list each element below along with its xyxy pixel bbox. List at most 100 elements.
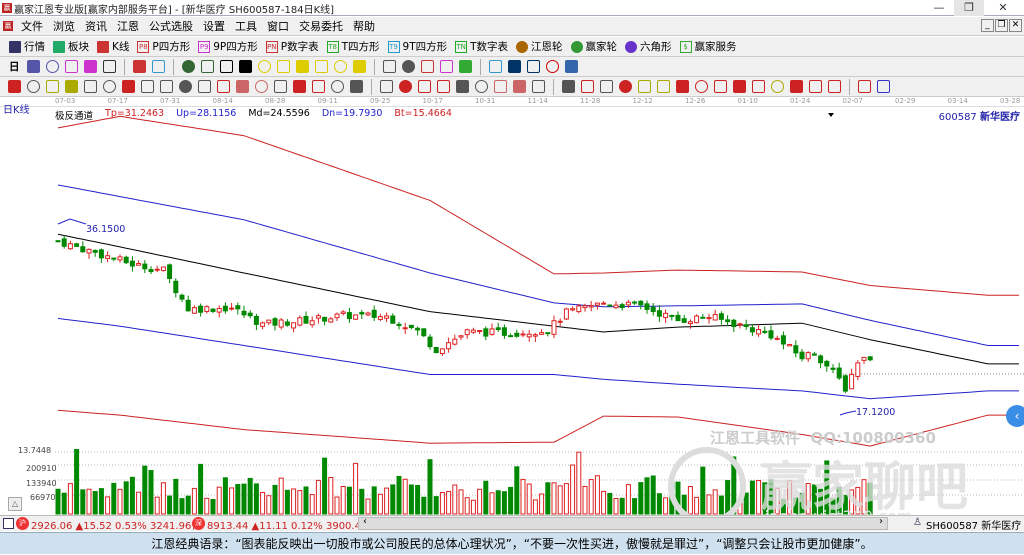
draw-tool-icon-5[interactable] <box>103 80 116 93</box>
current-stock[interactable]: SH600587 新华医疗 <box>926 517 1021 532</box>
draw-tool-icon-2[interactable] <box>46 80 59 93</box>
draw-tool-icon-38[interactable] <box>714 80 727 93</box>
chart-tool-icon-24[interactable] <box>458 60 472 73</box>
draw-tool-icon-13[interactable] <box>255 80 268 93</box>
draw-tool-icon-24[interactable] <box>456 80 469 93</box>
chart-tool-icon-0[interactable] <box>26 60 40 73</box>
grid-icon[interactable] <box>3 518 14 529</box>
draw-tool-icon-26[interactable] <box>494 80 507 93</box>
toolbar-button-12[interactable]: $ 赢家服务 <box>677 39 740 54</box>
chart-tool-icon-11[interactable] <box>219 60 233 73</box>
chart-tool-icon-7[interactable] <box>151 60 165 73</box>
draw-tool-icon-21[interactable] <box>399 80 412 93</box>
draw-tool-icon-28[interactable] <box>532 80 545 93</box>
chart-tool-icon-23[interactable] <box>439 60 453 73</box>
sh-index-quote[interactable]: 2926.06 ▲15.52 0.53% 3241.96亿 <box>31 517 201 532</box>
toolbar-button-8[interactable]: TN T数字表 <box>452 39 511 54</box>
child-close-button[interactable]: ✕ <box>1009 19 1022 32</box>
chart-tool-icon-20[interactable] <box>382 60 396 73</box>
toolbar-button-6[interactable]: T8 T四方形 <box>324 39 383 54</box>
toolbar-button-3[interactable]: P8 P四方形 <box>134 39 193 54</box>
toolbar-button-5[interactable]: PN P数字表 <box>263 39 322 54</box>
menu-3[interactable]: 江恩 <box>112 17 144 36</box>
toolbar-button-1[interactable]: 板块 <box>50 39 92 54</box>
horizontal-scrollbar[interactable]: ‹ › <box>358 516 888 530</box>
chart-tool-icon-6[interactable] <box>132 60 146 73</box>
chart-tool-icon-22[interactable] <box>420 60 434 73</box>
draw-tool-icon-0[interactable] <box>8 80 21 93</box>
toolbar-button-4[interactable]: P9 9P四方形 <box>195 39 261 54</box>
chart-tool-icon-27[interactable] <box>507 60 521 73</box>
chart-tool-icon-28[interactable] <box>526 60 540 73</box>
chart-tool-icon-21[interactable] <box>401 60 415 73</box>
draw-tool-icon-1[interactable] <box>27 80 40 93</box>
menu-5[interactable]: 设置 <box>198 17 230 36</box>
chart-tool-icon-29[interactable] <box>545 60 559 73</box>
toolbar-button-0[interactable]: 行情 <box>6 39 48 54</box>
sz-index-quote[interactable]: 8913.44 ▲11.11 0.12% 3900.44亿 <box>207 517 377 532</box>
draw-tool-icon-17[interactable] <box>331 80 344 93</box>
draw-tool-icon-35[interactable] <box>657 80 670 93</box>
chart-tool-icon-26[interactable] <box>488 60 502 73</box>
draw-tool-icon-33[interactable] <box>619 80 632 93</box>
menu-6[interactable]: 工具 <box>230 17 262 36</box>
minimize-button[interactable]: — <box>924 0 954 16</box>
toolbar-button-11[interactable]: 六角形 <box>622 39 675 54</box>
menu-0[interactable]: 文件 <box>16 17 48 36</box>
chart-tool-icon-9[interactable] <box>181 60 195 73</box>
period-dropdown[interactable]: 日 <box>6 59 23 74</box>
draw-tool-icon-40[interactable] <box>752 80 765 93</box>
draw-tool-icon-39[interactable] <box>733 80 746 93</box>
draw-tool-icon-43[interactable] <box>809 80 822 93</box>
draw-tool-icon-34[interactable] <box>638 80 651 93</box>
chart-tool-icon-12[interactable] <box>238 60 252 73</box>
draw-tool-icon-47[interactable] <box>877 80 890 93</box>
chart-tool-icon-1[interactable] <box>45 60 59 73</box>
draw-tool-icon-36[interactable] <box>676 80 689 93</box>
menu-1[interactable]: 浏览 <box>48 17 80 36</box>
draw-tool-icon-46[interactable] <box>858 80 871 93</box>
draw-tool-icon-20[interactable] <box>380 80 393 93</box>
chart-tool-icon-3[interactable] <box>83 60 97 73</box>
draw-tool-icon-7[interactable] <box>141 80 154 93</box>
chart-tool-icon-18[interactable] <box>352 60 366 73</box>
scroll-right-icon[interactable]: › <box>879 516 883 527</box>
draw-tool-icon-12[interactable] <box>236 80 249 93</box>
menu-8[interactable]: 交易委托 <box>294 17 348 36</box>
toolbar-button-2[interactable]: K线 <box>94 39 132 54</box>
draw-tool-icon-3[interactable] <box>65 80 78 93</box>
draw-tool-icon-6[interactable] <box>122 80 135 93</box>
draw-tool-icon-16[interactable] <box>312 80 325 93</box>
toolbar-button-7[interactable]: T9 9T四方形 <box>385 39 451 54</box>
kline-chart[interactable]: 日K线 极反通道 Tp=31.2463 Up=28.1156 Md=24.559… <box>0 105 1024 526</box>
menu-4[interactable]: 公式选股 <box>144 17 198 36</box>
draw-tool-icon-31[interactable] <box>581 80 594 93</box>
chart-tool-icon-2[interactable] <box>64 60 78 73</box>
child-restore-button[interactable]: ❐ <box>995 19 1008 32</box>
draw-tool-icon-42[interactable] <box>790 80 803 93</box>
chart-tool-icon-13[interactable] <box>257 60 271 73</box>
draw-tool-icon-23[interactable] <box>437 80 450 93</box>
menu-2[interactable]: 资讯 <box>80 17 112 36</box>
chart-tool-icon-14[interactable] <box>276 60 290 73</box>
draw-tool-icon-11[interactable] <box>217 80 230 93</box>
draw-tool-icon-25[interactable] <box>475 80 488 93</box>
expand-up-button[interactable]: △ <box>8 497 22 511</box>
draw-tool-icon-27[interactable] <box>513 80 526 93</box>
scroll-left-icon[interactable]: ‹ <box>363 516 367 527</box>
chart-tool-icon-16[interactable] <box>314 60 328 73</box>
draw-tool-icon-32[interactable] <box>600 80 613 93</box>
chart-tool-icon-30[interactable] <box>564 60 578 73</box>
draw-tool-icon-9[interactable] <box>179 80 192 93</box>
chart-tool-icon-4[interactable] <box>102 60 116 73</box>
draw-tool-icon-37[interactable] <box>695 80 708 93</box>
toolbar-button-9[interactable]: 江恩轮 <box>513 39 566 54</box>
draw-tool-icon-44[interactable] <box>828 80 841 93</box>
chart-tool-icon-10[interactable] <box>200 60 214 73</box>
draw-tool-icon-14[interactable] <box>274 80 287 93</box>
draw-tool-icon-18[interactable] <box>350 80 363 93</box>
draw-tool-icon-10[interactable] <box>198 80 211 93</box>
draw-tool-icon-41[interactable] <box>771 80 784 93</box>
menu-7[interactable]: 窗口 <box>262 17 294 36</box>
toolbar-button-10[interactable]: 赢家轮 <box>568 39 621 54</box>
